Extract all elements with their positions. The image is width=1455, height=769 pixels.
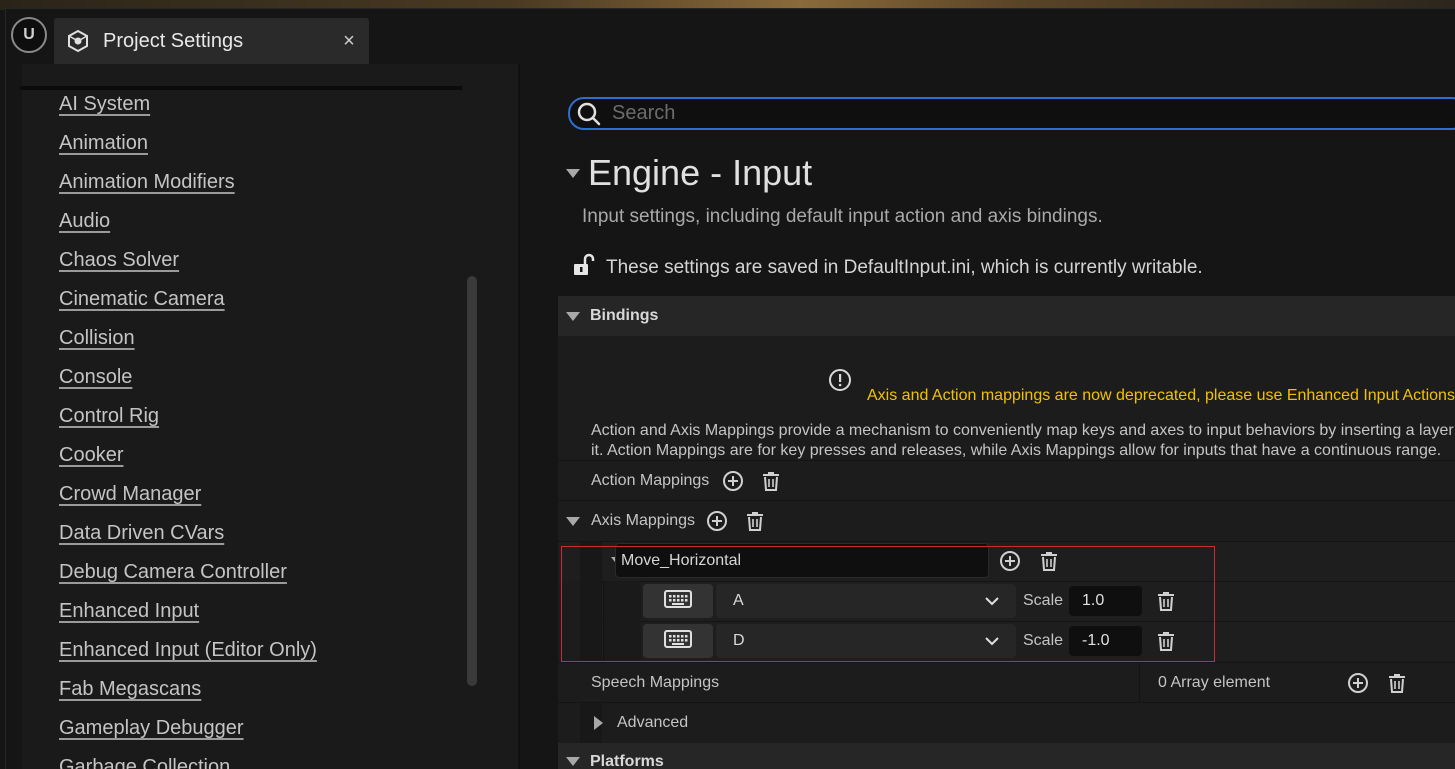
scale-input[interactable]: -1.0 bbox=[1069, 626, 1142, 656]
collapse-arrow-icon[interactable] bbox=[566, 516, 580, 526]
axis-mapping-name-field[interactable]: Move_Horizontal bbox=[615, 543, 989, 578]
tab-project-settings[interactable]: Project Settings × bbox=[54, 18, 369, 64]
bindings-section-header[interactable]: Bindings bbox=[558, 296, 1455, 336]
sidebar-item-fab-megascans[interactable]: Fab Megascans bbox=[59, 673, 317, 712]
action-mappings-row: Action Mappings bbox=[558, 460, 1455, 500]
scale-label: Scale bbox=[1023, 592, 1064, 609]
speech-mappings-count: 0 Array element bbox=[1158, 673, 1271, 691]
warning-icon bbox=[828, 368, 852, 397]
bindings-section-label: Bindings bbox=[590, 307, 659, 324]
collapse-arrow-icon[interactable] bbox=[566, 311, 580, 321]
search-input[interactable] bbox=[612, 102, 1412, 125]
search-bar[interactable] bbox=[568, 97, 1455, 130]
writable-notice: These settings are saved in DefaultInput… bbox=[570, 252, 1203, 283]
sidebar-top-shadow bbox=[20, 86, 462, 90]
sidebar-item-chaos-solver[interactable]: Chaos Solver bbox=[59, 244, 317, 283]
sidebar-item-enhanced-input[interactable]: Enhanced Input bbox=[59, 595, 317, 634]
speech-mappings-label: Speech Mappings bbox=[591, 673, 720, 691]
sidebar-item-crowd-manager[interactable]: Crowd Manager bbox=[59, 478, 317, 517]
bindings-description-line-2: it. Action Mappings are for key presses … bbox=[591, 442, 1442, 459]
bindings-description: Action and Axis Mappings provide a mecha… bbox=[591, 421, 1455, 461]
trash-icon[interactable] bbox=[1152, 627, 1180, 655]
trash-icon[interactable] bbox=[1383, 669, 1411, 697]
sidebar-item-console[interactable]: Console bbox=[59, 361, 317, 400]
sidebar-item-cinematic-camera[interactable]: Cinematic Camera bbox=[59, 283, 317, 322]
sidebar-item-debug-camera-controller[interactable]: Debug Camera Controller bbox=[59, 556, 317, 595]
sidebar-item-enhanced-input-editor-only[interactable]: Enhanced Input (Editor Only) bbox=[59, 634, 317, 673]
keyboard-select-button[interactable] bbox=[643, 584, 713, 618]
bindings-description-line-1: Action and Axis Mappings provide a mecha… bbox=[591, 422, 1454, 439]
trash-icon[interactable] bbox=[741, 507, 769, 535]
key-dropdown-value: A bbox=[733, 592, 744, 609]
scale-input[interactable]: 1.0 bbox=[1069, 586, 1142, 616]
add-icon[interactable] bbox=[996, 547, 1024, 575]
close-icon[interactable]: × bbox=[329, 30, 369, 53]
key-dropdown[interactable]: A bbox=[716, 584, 1016, 618]
sidebar-item-control-rig[interactable]: Control Rig bbox=[59, 400, 317, 439]
chevron-down-icon bbox=[982, 591, 1002, 611]
sidebar-item-garbage-collection[interactable]: Garbage Collection bbox=[59, 751, 317, 769]
sidebar-scrollbar-thumb[interactable] bbox=[467, 276, 477, 686]
page-title-row[interactable]: Engine - Input bbox=[566, 152, 812, 194]
add-icon[interactable] bbox=[703, 507, 731, 535]
platforms-section-label: Platforms bbox=[590, 753, 664, 769]
key-dropdown[interactable]: D bbox=[716, 624, 1016, 658]
collapse-arrow-icon[interactable] bbox=[566, 757, 580, 766]
indent-spacer bbox=[580, 541, 602, 582]
trash-icon[interactable] bbox=[1152, 587, 1180, 615]
keyboard-icon bbox=[664, 629, 692, 654]
search-icon bbox=[574, 99, 604, 129]
sidebar-item-ai-system[interactable]: AI System bbox=[59, 88, 317, 127]
indent-spacer bbox=[580, 581, 602, 621]
platforms-section-header[interactable]: Platforms bbox=[558, 743, 1455, 769]
indent-spacer bbox=[603, 621, 641, 661]
trash-icon[interactable] bbox=[757, 467, 785, 495]
speech-mappings-row: Speech Mappings 0 Array element bbox=[558, 662, 1455, 702]
collapse-arrow-icon[interactable] bbox=[566, 168, 580, 178]
advanced-row[interactable]: Advanced bbox=[558, 702, 1455, 744]
sidebar-item-audio[interactable]: Audio bbox=[59, 205, 317, 244]
page-description: Input settings, including default input … bbox=[582, 206, 1103, 227]
sidebar-item-cooker[interactable]: Cooker bbox=[59, 439, 317, 478]
keyboard-select-button[interactable] bbox=[643, 624, 713, 658]
settings-icon bbox=[63, 26, 93, 56]
add-icon[interactable] bbox=[719, 467, 747, 495]
indent-spacer bbox=[580, 621, 602, 661]
chevron-down-icon bbox=[982, 631, 1002, 651]
page-title: Engine - Input bbox=[588, 152, 813, 193]
sidebar-item-animation-modifiers[interactable]: Animation Modifiers bbox=[59, 166, 317, 205]
add-icon[interactable] bbox=[1344, 669, 1372, 697]
unreal-logo-icon[interactable]: U bbox=[11, 17, 47, 53]
action-mappings-label: Action Mappings bbox=[591, 471, 710, 489]
sidebar-item-animation[interactable]: Animation bbox=[59, 127, 317, 166]
axis-mappings-label: Axis Mappings bbox=[591, 512, 696, 529]
settings-sidebar: AI System Animation Animation Modifiers … bbox=[22, 64, 520, 769]
sidebar-list: AI System Animation Animation Modifiers … bbox=[59, 88, 317, 769]
tab-title: Project Settings bbox=[103, 29, 244, 52]
writable-notice-text: These settings are saved in DefaultInput… bbox=[606, 256, 1203, 278]
sidebar-item-gameplay-debugger[interactable]: Gameplay Debugger bbox=[59, 712, 317, 751]
column-divider bbox=[1139, 662, 1140, 702]
unlock-icon[interactable] bbox=[570, 252, 596, 283]
expand-arrow-icon[interactable] bbox=[594, 716, 603, 730]
trash-icon[interactable] bbox=[1035, 547, 1063, 575]
deprecation-warning: Axis and Action mappings are now depreca… bbox=[867, 387, 1455, 404]
keyboard-icon bbox=[664, 589, 692, 614]
scale-label: Scale bbox=[1023, 632, 1064, 649]
sidebar-item-data-driven-cvars[interactable]: Data Driven CVars bbox=[59, 517, 317, 556]
axis-mappings-row: Axis Mappings bbox=[558, 500, 1455, 541]
sidebar-item-collision[interactable]: Collision bbox=[59, 322, 317, 361]
advanced-label: Advanced bbox=[617, 714, 689, 731]
indent-spacer bbox=[603, 581, 641, 621]
sidebar-scrollbar[interactable] bbox=[467, 276, 479, 686]
key-dropdown-value: D bbox=[733, 632, 745, 649]
